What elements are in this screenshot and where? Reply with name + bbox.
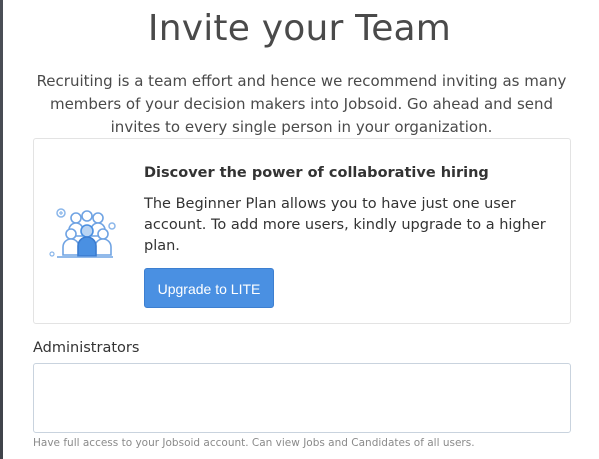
intro-text: Recruiting is a team effort and hence we… (36, 72, 567, 136)
administrators-help-text: Have full access to your Jobsoid account… (33, 437, 475, 449)
administrators-label: Administrators (33, 340, 140, 356)
upgrade-promo-card: Discover the power of collaborative hiri… (33, 138, 571, 324)
team-icon (49, 208, 116, 258)
administrators-input[interactable] (33, 363, 571, 433)
card-description: The Beginner Plan allows you to have jus… (144, 196, 546, 254)
card-heading: Discover the power of collaborative hiri… (144, 165, 489, 181)
window-left-edge (0, 0, 3, 459)
page-title: Invite your Team (147, 8, 452, 50)
upgrade-to-lite-button[interactable]: Upgrade to LITE (144, 268, 274, 308)
